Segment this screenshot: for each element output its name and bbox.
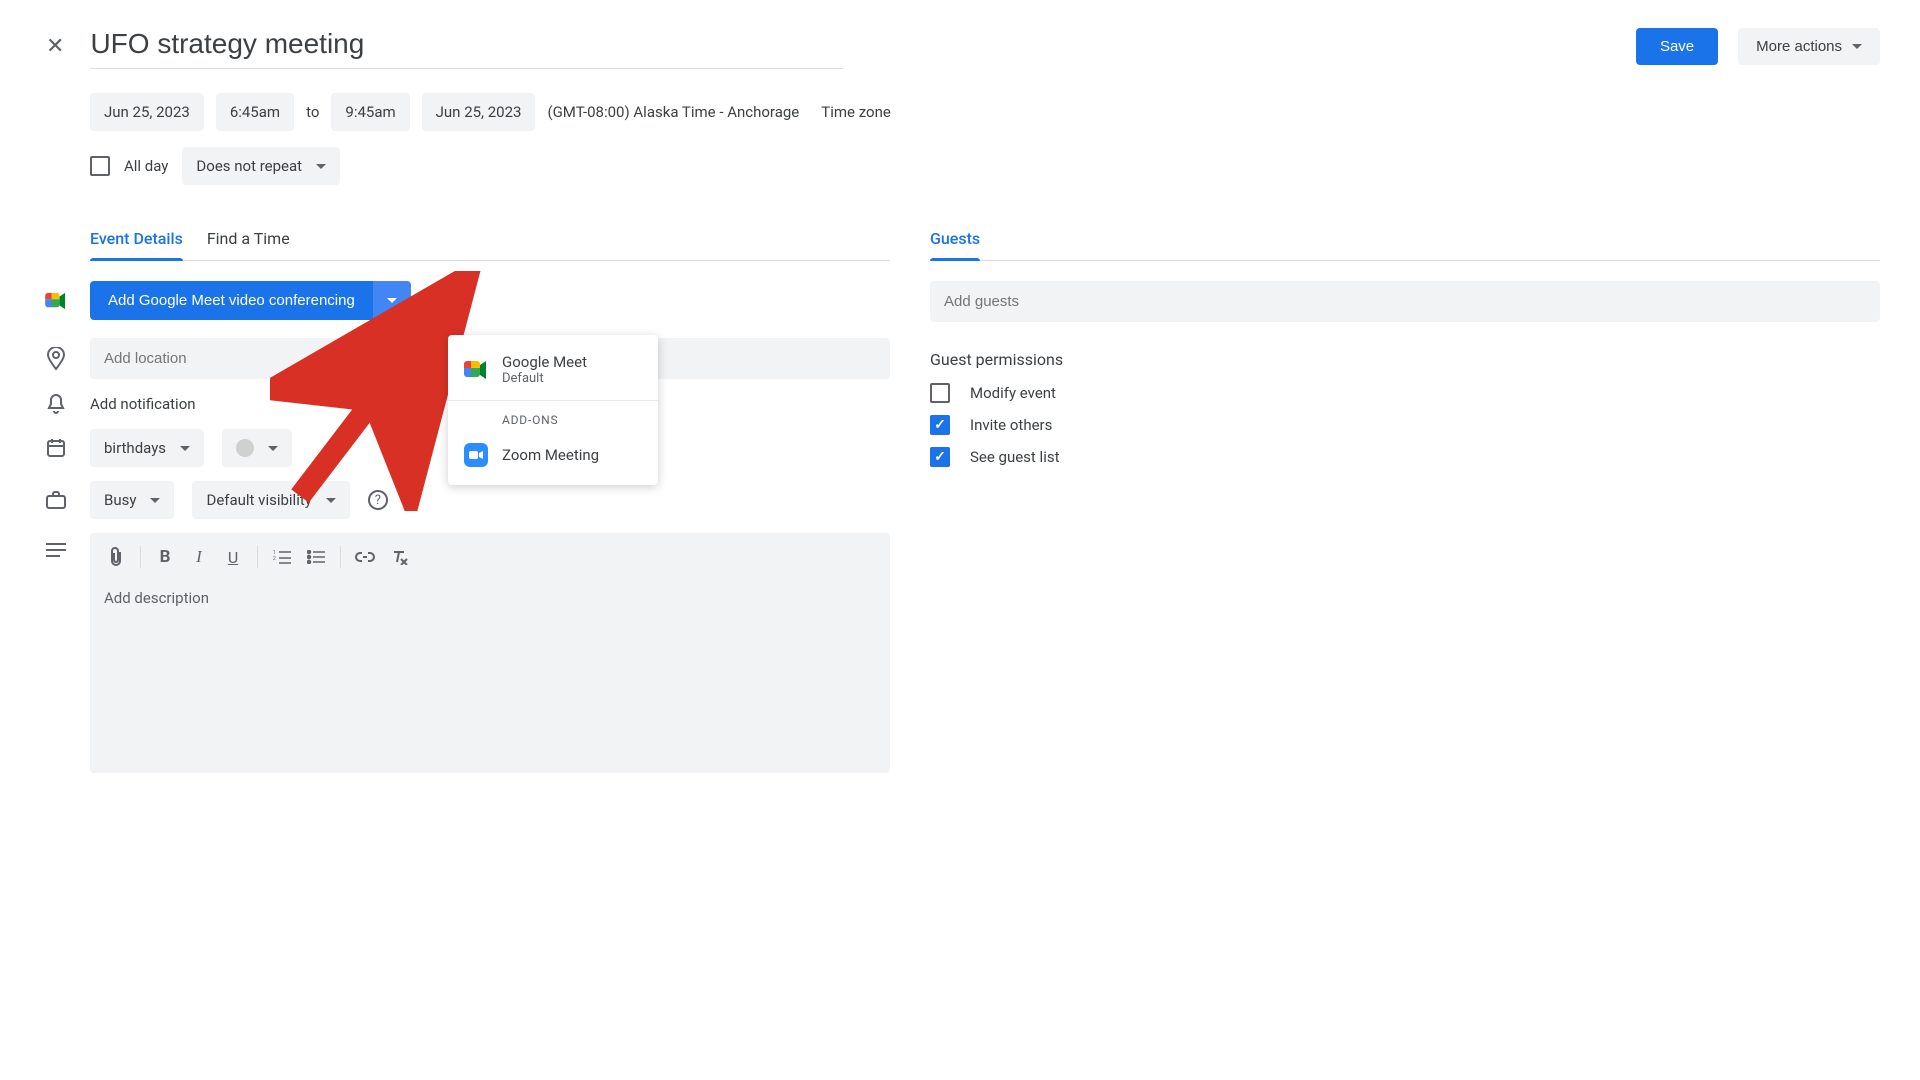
link-icon[interactable] bbox=[349, 541, 381, 573]
bullet-list-icon[interactable] bbox=[300, 541, 332, 573]
italic-icon[interactable]: I bbox=[183, 541, 215, 573]
start-time-chip[interactable]: 6:45am bbox=[216, 93, 294, 131]
end-date-chip[interactable]: Jun 25, 2023 bbox=[422, 93, 536, 131]
guest-permissions-title: Guest permissions bbox=[930, 350, 1880, 369]
chevron-down-icon bbox=[326, 498, 336, 503]
more-actions-button[interactable]: More actions bbox=[1738, 28, 1880, 65]
menu-section-addons: ADD-ONS bbox=[448, 405, 658, 433]
chevron-down-icon bbox=[150, 498, 160, 503]
see-guest-list-checkbox[interactable] bbox=[930, 447, 950, 467]
menu-item-title: Google Meet bbox=[502, 353, 587, 371]
google-meet-icon bbox=[464, 360, 488, 380]
conferencing-dropdown-button[interactable] bbox=[373, 281, 411, 320]
timezone-button[interactable]: Time zone bbox=[821, 103, 891, 121]
location-icon bbox=[40, 347, 72, 371]
add-notification-button[interactable]: Add notification bbox=[90, 395, 196, 413]
visibility-dropdown[interactable]: Default visibility bbox=[192, 481, 349, 519]
event-title-input[interactable] bbox=[90, 24, 843, 69]
chevron-down-icon bbox=[387, 298, 397, 303]
svg-text:2: 2 bbox=[273, 556, 276, 562]
add-guests-input[interactable] bbox=[930, 281, 1880, 322]
menu-item-zoom[interactable]: Zoom Meeting bbox=[448, 433, 658, 477]
end-time-chip[interactable]: 9:45am bbox=[331, 93, 409, 131]
availability-dropdown[interactable]: Busy bbox=[90, 481, 174, 519]
color-swatch bbox=[236, 439, 254, 457]
menu-item-subtitle: Default bbox=[502, 371, 587, 386]
visibility-label: Default visibility bbox=[206, 491, 311, 509]
briefcase-icon bbox=[40, 490, 72, 510]
invite-others-label: Invite others bbox=[970, 416, 1052, 434]
chevron-down-icon bbox=[1852, 44, 1862, 49]
save-button[interactable]: Save bbox=[1636, 28, 1718, 65]
add-conferencing-button[interactable]: Add Google Meet video conferencing bbox=[90, 281, 373, 320]
recurrence-label: Does not repeat bbox=[196, 157, 302, 175]
tab-guests[interactable]: Guests bbox=[930, 221, 980, 260]
calendar-dropdown[interactable]: birthdays bbox=[90, 429, 204, 467]
availability-label: Busy bbox=[104, 491, 136, 509]
help-icon[interactable]: ? bbox=[368, 490, 388, 510]
all-day-checkbox[interactable] bbox=[90, 156, 110, 176]
color-dropdown[interactable] bbox=[222, 429, 292, 467]
menu-divider bbox=[448, 400, 658, 401]
modify-event-checkbox[interactable] bbox=[930, 383, 950, 403]
start-date-chip[interactable]: Jun 25, 2023 bbox=[90, 93, 204, 131]
editor-toolbar: B I U 12 bbox=[90, 533, 890, 581]
tab-find-a-time[interactable]: Find a Time bbox=[207, 221, 290, 260]
clear-formatting-icon[interactable] bbox=[383, 541, 415, 573]
modify-event-label: Modify event bbox=[970, 384, 1056, 402]
video-icon bbox=[40, 292, 72, 310]
recurrence-dropdown[interactable]: Does not repeat bbox=[182, 147, 340, 185]
attach-icon[interactable] bbox=[100, 541, 132, 573]
conferencing-dropdown-menu: Google Meet Default ADD-ONS Zoom Meeting bbox=[448, 335, 658, 485]
underline-icon[interactable]: U bbox=[217, 541, 249, 573]
menu-item-google-meet[interactable]: Google Meet Default bbox=[448, 343, 658, 396]
calendar-label: birthdays bbox=[104, 439, 166, 457]
zoom-icon bbox=[464, 443, 488, 467]
numbered-list-icon[interactable]: 12 bbox=[266, 541, 298, 573]
to-label: to bbox=[306, 103, 319, 121]
chevron-down-icon bbox=[268, 446, 278, 451]
see-guest-list-label: See guest list bbox=[970, 448, 1060, 466]
description-icon bbox=[40, 543, 72, 557]
more-actions-label: More actions bbox=[1756, 38, 1842, 55]
close-icon[interactable]: ✕ bbox=[40, 28, 70, 65]
bell-icon bbox=[40, 393, 72, 415]
tab-event-details[interactable]: Event Details bbox=[90, 221, 183, 260]
calendar-icon bbox=[40, 438, 72, 458]
timezone-label: (GMT-08:00) Alaska Time - Anchorage bbox=[547, 103, 799, 121]
description-editor[interactable]: Add description bbox=[90, 581, 890, 621]
chevron-down-icon bbox=[316, 164, 326, 169]
all-day-label: All day bbox=[124, 157, 168, 175]
chevron-down-icon bbox=[180, 446, 190, 451]
invite-others-checkbox[interactable] bbox=[930, 415, 950, 435]
bold-icon[interactable]: B bbox=[149, 541, 181, 573]
menu-item-title: Zoom Meeting bbox=[502, 446, 599, 464]
